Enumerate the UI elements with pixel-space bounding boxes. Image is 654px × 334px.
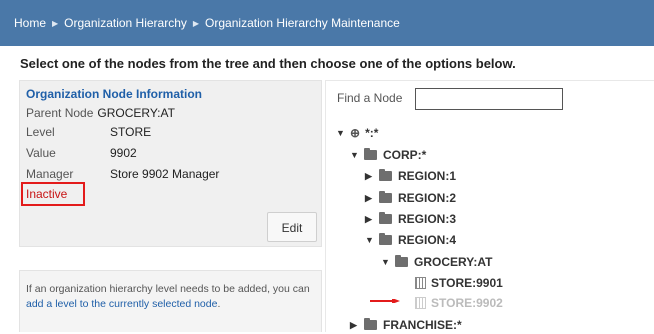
chevron-right-icon[interactable]: ▶	[365, 193, 379, 204]
find-node-label: Find a Node	[337, 91, 403, 105]
tree-node-franchise[interactable]: ▶ FRANCHISE:*	[350, 316, 462, 334]
chevron-down-icon[interactable]: ▼	[365, 235, 379, 245]
tree-node-label[interactable]: FRANCHISE:*	[383, 318, 462, 332]
folder-icon	[379, 233, 392, 245]
chevron-right-icon[interactable]: ▶	[365, 171, 379, 182]
chevron-right-icon: ▶	[192, 18, 200, 28]
tree-node-corp[interactable]: ▼ CORP:*	[350, 146, 426, 164]
chevron-down-icon[interactable]: ▼	[350, 150, 364, 160]
tree-node-label[interactable]: STORE:9901	[431, 276, 503, 290]
parent-node-row: Parent Node GROCERY:AT	[26, 106, 175, 120]
tree-node-region-4[interactable]: ▼ REGION:4	[365, 231, 456, 249]
tree-node-store-9901[interactable]: STORE:9901	[415, 274, 503, 292]
tree-node-region-1[interactable]: ▶ REGION:1	[365, 167, 456, 185]
tree-node-label[interactable]: STORE:9902	[431, 296, 503, 310]
manager-value: Store 9902 Manager	[110, 167, 220, 181]
tree-node-root[interactable]: ▼ ⊕ *:*	[336, 124, 378, 142]
tree-node-region-3[interactable]: ▶ REGION:3	[365, 210, 456, 228]
store-icon	[415, 277, 426, 289]
tree-node-store-9902[interactable]: STORE:9902	[415, 294, 503, 312]
parent-node-value: GROCERY:AT	[97, 106, 175, 120]
node-info-title: Organization Node Information	[26, 87, 202, 101]
value-label: Value	[26, 146, 56, 160]
chevron-right-icon[interactable]: ▶	[365, 214, 379, 225]
chevron-right-icon: ▶	[52, 18, 59, 28]
help-text-end: .	[217, 298, 221, 310]
chevron-right-icon[interactable]: ▶	[350, 320, 364, 331]
folder-icon	[364, 148, 377, 160]
page-instruction: Select one of the nodes from the tree an…	[20, 56, 516, 71]
tree-node-label[interactable]: REGION:2	[398, 191, 456, 205]
folder-icon	[379, 212, 392, 224]
tree-node-grocery-at[interactable]: ▼ GROCERY:AT	[381, 253, 492, 271]
red-arrow-icon	[370, 299, 400, 303]
folder-icon	[364, 318, 377, 330]
breadcrumb-current-page: Organization Hierarchy Maintenance	[205, 16, 400, 30]
tree-node-label[interactable]: REGION:3	[398, 212, 456, 226]
status-badge: Inactive	[21, 182, 85, 206]
chevron-down-icon[interactable]: ▼	[336, 128, 350, 138]
tree-node-label[interactable]: REGION:1	[398, 169, 456, 183]
node-info-panel: Organization Node Information Parent Nod…	[19, 80, 322, 247]
tree-panel: Find a Node ▼ ⊕ *:* ▼ CORP:* ▶ REGION:1 …	[325, 80, 654, 332]
value-value: 9902	[110, 146, 137, 160]
value-row: Value 9902	[26, 146, 137, 160]
add-level-link[interactable]: add a level to the currently selected no…	[26, 298, 217, 310]
help-panel: If an organization hierarchy level needs…	[19, 270, 322, 332]
breadcrumb-organization-hierarchy[interactable]: Organization Hierarchy	[64, 16, 187, 30]
tree-node-label[interactable]: CORP:*	[383, 148, 426, 162]
level-label: Level	[26, 125, 55, 139]
breadcrumb: Home ▶ Organization Hierarchy ▶ Organiza…	[0, 0, 654, 46]
manager-row: Manager Store 9902 Manager	[26, 167, 219, 181]
level-row: Level STORE	[26, 125, 151, 139]
folder-icon	[395, 255, 408, 267]
chevron-down-icon[interactable]: ▼	[381, 257, 395, 267]
tree-node-label[interactable]: GROCERY:AT	[414, 255, 492, 269]
tree-node-label[interactable]: REGION:4	[398, 233, 456, 247]
tree-node-region-2[interactable]: ▶ REGION:2	[365, 189, 456, 207]
globe-icon: ⊕	[350, 126, 361, 140]
find-node-input[interactable]	[415, 88, 563, 110]
folder-icon	[379, 191, 392, 203]
help-text: If an organization hierarchy level needs…	[26, 283, 310, 295]
store-icon	[415, 297, 426, 309]
manager-label: Manager	[26, 167, 74, 181]
folder-icon	[379, 169, 392, 181]
parent-node-label: Parent Node	[26, 106, 94, 120]
tree-node-label[interactable]: *:*	[365, 126, 378, 140]
level-value: STORE	[110, 125, 152, 139]
edit-button[interactable]: Edit	[267, 212, 317, 242]
breadcrumb-home[interactable]: Home	[14, 16, 46, 30]
